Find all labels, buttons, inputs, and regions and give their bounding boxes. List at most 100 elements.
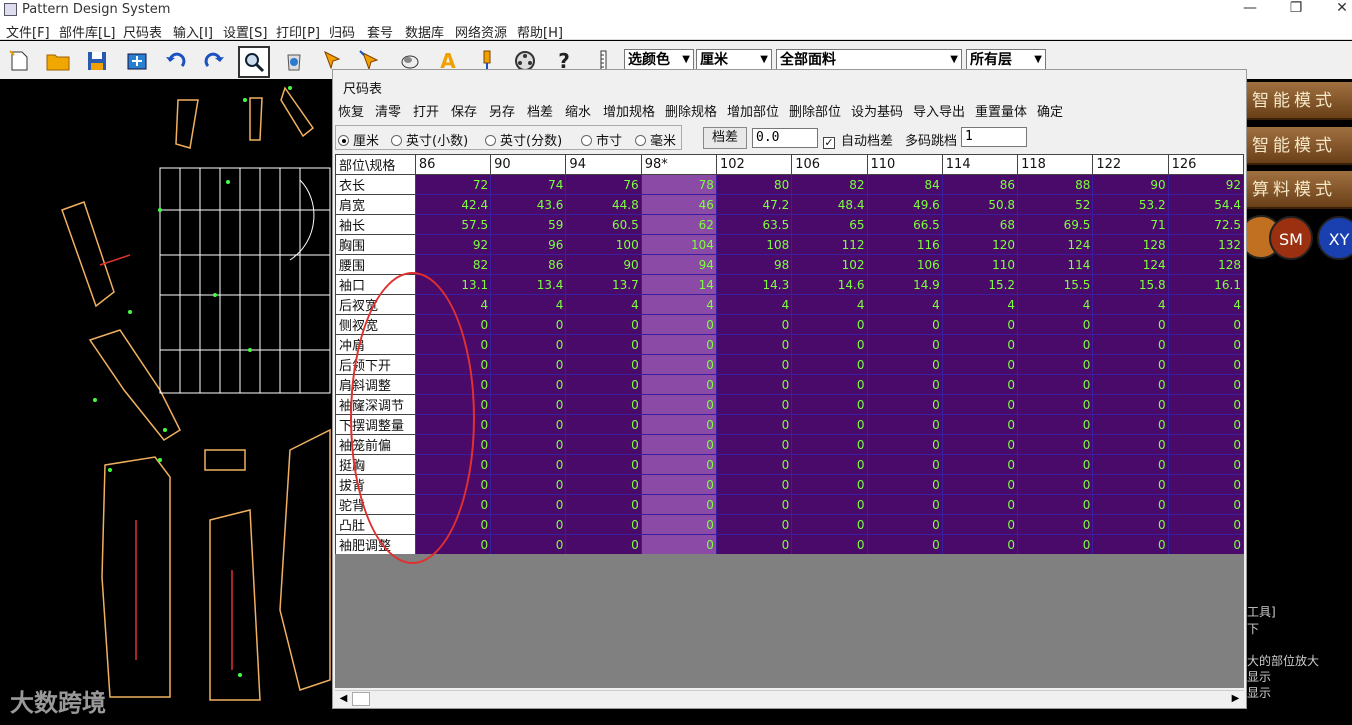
size-value-cell[interactable]: 0 bbox=[640, 314, 717, 335]
size-value-cell[interactable]: 0 bbox=[1017, 374, 1094, 395]
size-value-cell[interactable]: 0 bbox=[1017, 414, 1094, 435]
undo-icon[interactable] bbox=[161, 47, 191, 75]
size-value-cell[interactable]: 0 bbox=[941, 334, 1019, 355]
size-value-cell[interactable]: 0 bbox=[565, 314, 642, 335]
size-value-cell[interactable]: 0 bbox=[791, 454, 868, 475]
size-value-cell[interactable]: 14.6 bbox=[791, 274, 868, 295]
size-value-cell[interactable]: 0 bbox=[1017, 354, 1094, 375]
size-value-cell[interactable]: 0 bbox=[941, 474, 1019, 495]
size-value-cell[interactable]: 0 bbox=[941, 434, 1019, 455]
open-folder-icon[interactable] bbox=[43, 47, 73, 75]
size-value-cell[interactable]: 0 bbox=[866, 514, 943, 535]
minimize-button[interactable]: — bbox=[1227, 0, 1273, 18]
size-value-cell[interactable]: 0 bbox=[565, 354, 642, 375]
scroll-left-icon[interactable]: ◀ bbox=[335, 691, 352, 707]
size-value-cell[interactable]: 0 bbox=[1167, 474, 1244, 495]
size-value-cell[interactable]: 94 bbox=[640, 254, 717, 275]
size-value-cell[interactable]: 0 bbox=[640, 534, 717, 554]
size-value-cell[interactable]: 62 bbox=[640, 214, 717, 235]
size-value-cell[interactable]: 0 bbox=[1167, 534, 1244, 554]
size-value-cell[interactable]: 0 bbox=[1167, 494, 1244, 515]
dlg-menu-confirm[interactable]: 确定 bbox=[1037, 101, 1063, 120]
size-value-cell[interactable]: 57.5 bbox=[414, 214, 492, 235]
size-value-cell[interactable]: 0 bbox=[866, 414, 943, 435]
size-value-cell[interactable]: 0 bbox=[640, 414, 717, 435]
size-value-cell[interactable]: 112 bbox=[791, 234, 868, 255]
color-select[interactable]: 选颜色 ▼ bbox=[624, 49, 694, 71]
size-value-cell[interactable]: 0 bbox=[941, 374, 1019, 395]
size-value-cell[interactable]: 0 bbox=[640, 474, 717, 495]
size-value-cell[interactable]: 0 bbox=[1017, 394, 1094, 415]
size-value-cell[interactable]: 72.5 bbox=[1167, 214, 1244, 235]
size-value-cell[interactable]: 0 bbox=[640, 494, 717, 515]
row-part-name[interactable]: 袖长 bbox=[335, 214, 416, 235]
size-value-cell[interactable]: 0 bbox=[490, 354, 567, 375]
size-value-cell[interactable]: 4 bbox=[565, 294, 642, 315]
size-value-cell[interactable]: 0 bbox=[565, 474, 642, 495]
size-value-cell[interactable]: 15.2 bbox=[941, 274, 1019, 295]
size-value-cell[interactable]: 49.6 bbox=[866, 194, 943, 215]
size-value-cell[interactable]: 13.7 bbox=[565, 274, 642, 295]
size-column-header[interactable]: 114 bbox=[941, 154, 1019, 175]
row-part-name[interactable]: 胸围 bbox=[335, 234, 416, 255]
size-value-cell[interactable]: 0 bbox=[941, 534, 1019, 554]
size-value-cell[interactable]: 0 bbox=[1167, 394, 1244, 415]
size-value-cell[interactable]: 0 bbox=[1017, 494, 1094, 515]
size-value-cell[interactable]: 104 bbox=[640, 234, 717, 255]
size-value-cell[interactable]: 0 bbox=[640, 434, 717, 455]
table-row[interactable]: 拔背 0 0 0 0 0 0 0 0 0 0 0 bbox=[335, 474, 1244, 495]
size-value-cell[interactable]: 0 bbox=[715, 534, 793, 554]
size-value-cell[interactable]: 0 bbox=[866, 434, 943, 455]
size-value-cell[interactable]: 0 bbox=[941, 494, 1019, 515]
dlg-menu-set-base[interactable]: 设为基码 bbox=[851, 101, 903, 120]
size-value-cell[interactable]: 4 bbox=[1167, 294, 1244, 315]
size-value-cell[interactable]: 88 bbox=[1017, 174, 1094, 195]
menu-input[interactable]: 输入[I] bbox=[173, 22, 213, 41]
menu-help[interactable]: 帮助[H] bbox=[517, 22, 563, 41]
size-value-cell[interactable]: 0 bbox=[866, 374, 943, 395]
size-value-cell[interactable]: 0 bbox=[1017, 454, 1094, 475]
size-value-cell[interactable]: 86 bbox=[490, 254, 567, 275]
size-value-cell[interactable]: 96 bbox=[490, 234, 567, 255]
size-value-cell[interactable]: 102 bbox=[791, 254, 868, 275]
size-value-cell[interactable]: 68 bbox=[941, 214, 1019, 235]
size-value-cell[interactable]: 0 bbox=[1092, 354, 1169, 375]
size-value-cell[interactable]: 46 bbox=[640, 194, 717, 215]
menu-settings[interactable]: 设置[S] bbox=[223, 22, 267, 41]
size-value-cell[interactable]: 0 bbox=[715, 474, 793, 495]
size-column-header[interactable]: 118 bbox=[1017, 154, 1094, 175]
size-column-header[interactable]: 126 bbox=[1167, 154, 1244, 175]
size-value-cell[interactable]: 0 bbox=[565, 494, 642, 515]
size-value-cell[interactable]: 14.3 bbox=[715, 274, 793, 295]
size-value-cell[interactable]: 52 bbox=[1017, 194, 1094, 215]
size-value-cell[interactable]: 4 bbox=[866, 294, 943, 315]
size-value-cell[interactable]: 14 bbox=[640, 274, 717, 295]
size-value-cell[interactable]: 90 bbox=[565, 254, 642, 275]
mode-button-smart-2[interactable]: 智能模式 bbox=[1247, 127, 1352, 165]
size-value-cell[interactable]: 0 bbox=[1167, 454, 1244, 475]
size-value-cell[interactable]: 0 bbox=[565, 374, 642, 395]
size-value-cell[interactable]: 0 bbox=[791, 434, 868, 455]
row-part-name[interactable]: 腰围 bbox=[335, 254, 416, 275]
table-row[interactable]: 袖肥调整 0 0 0 0 0 0 0 0 0 0 0 bbox=[335, 534, 1244, 554]
size-value-cell[interactable]: 106 bbox=[866, 254, 943, 275]
size-column-header[interactable]: 94 bbox=[565, 154, 642, 175]
row-part-name[interactable]: 肩宽 bbox=[335, 194, 416, 215]
size-value-cell[interactable]: 0 bbox=[941, 454, 1019, 475]
size-value-cell[interactable]: 0 bbox=[640, 394, 717, 415]
mode-button-calc[interactable]: 算料模式 bbox=[1247, 171, 1352, 209]
size-value-cell[interactable]: 53.2 bbox=[1092, 194, 1169, 215]
size-value-cell[interactable]: 4 bbox=[791, 294, 868, 315]
size-value-cell[interactable]: 0 bbox=[1167, 354, 1244, 375]
menu-print[interactable]: 打印[P] bbox=[276, 22, 320, 41]
unit-radio-inch-decimal[interactable]: 英寸(小数) bbox=[391, 130, 468, 149]
size-value-cell[interactable]: 0 bbox=[1167, 374, 1244, 395]
size-value-cell[interactable]: 0 bbox=[490, 334, 567, 355]
size-value-cell[interactable]: 13.4 bbox=[490, 274, 567, 295]
size-value-cell[interactable]: 0 bbox=[941, 414, 1019, 435]
menu-set-number[interactable]: 套号 bbox=[367, 22, 393, 41]
size-value-cell[interactable]: 0 bbox=[866, 494, 943, 515]
size-value-cell[interactable]: 0 bbox=[490, 394, 567, 415]
size-value-cell[interactable]: 0 bbox=[941, 514, 1019, 535]
size-value-cell[interactable]: 86 bbox=[941, 174, 1019, 195]
